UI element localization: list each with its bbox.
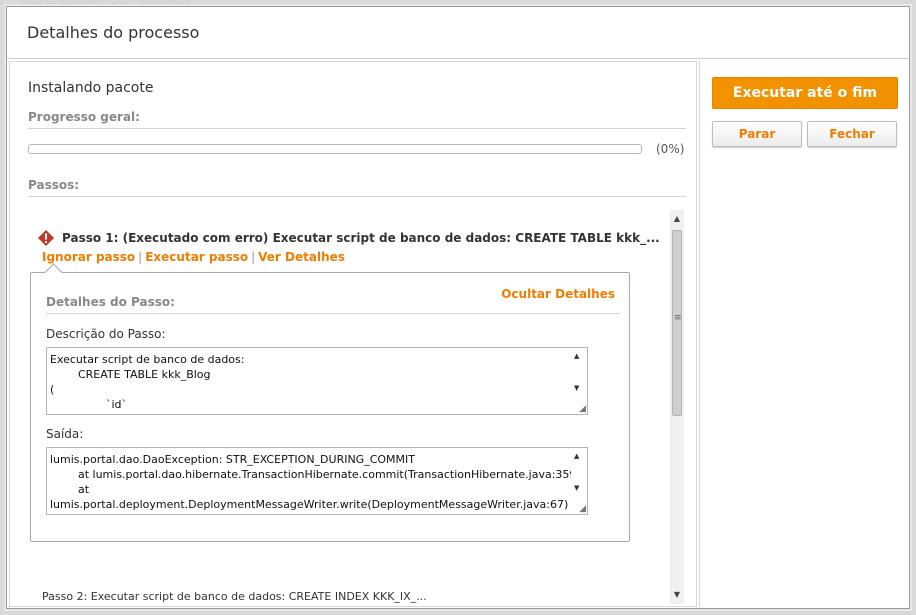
details-divider <box>46 313 620 314</box>
step-1-actions: Ignorar passo | Executar passo | Ver Detalhe… <box>42 250 345 264</box>
step-1-header: Passo 1: (Executado com erro) Executar s… <box>38 230 660 248</box>
process-pane: Instalando pacote Progresso geral: (0%) … <box>9 61 697 607</box>
grip-icon: ≡ <box>674 313 682 323</box>
steps-divider <box>28 196 686 197</box>
step-details-title: Detalhes do Passo: <box>46 295 175 309</box>
details-pointer <box>44 263 63 282</box>
progress-label: Progresso geral: <box>28 110 140 124</box>
steps-list[interactable]: Passo 1: (Executado com erro) Executar s… <box>28 210 688 604</box>
scroll-up-icon[interactable]: ▲ <box>574 352 579 360</box>
dialog-header: Detalhes do processo <box>7 7 909 59</box>
progress-divider <box>28 128 686 129</box>
overall-progress-bar <box>28 144 642 154</box>
view-details-link[interactable]: Ver Detalhes <box>258 250 345 264</box>
run-to-end-button[interactable]: Executar até o fim <box>712 77 898 109</box>
description-text: Executar script de banco de dados: CREAT… <box>50 353 245 411</box>
close-button[interactable]: Fechar <box>807 121 897 147</box>
error-icon <box>38 230 54 246</box>
description-label: Descrição do Passo: <box>46 327 166 341</box>
steps-label: Passos: <box>28 178 80 192</box>
scroll-up-icon[interactable]: ▲ <box>574 452 579 460</box>
step-details-panel: Detalhes do Passo: Ocultar Detalhes Desc… <box>30 263 630 542</box>
actions-pane: Executar até o fim Parar Fechar <box>699 61 909 607</box>
scroll-up-icon[interactable]: ▲ <box>670 212 684 226</box>
step-1-title: Passo 1: (Executado com erro) Executar s… <box>62 231 660 245</box>
ignore-step-link[interactable]: Ignorar passo <box>42 250 135 264</box>
description-textarea[interactable]: Executar script de banco de dados: CREAT… <box>46 347 588 415</box>
progress-percent-text: (0%) <box>656 142 685 156</box>
scroll-down-icon[interactable]: ▼ <box>670 588 684 602</box>
resize-grip-icon[interactable]: ◢ <box>579 404 586 414</box>
output-textarea[interactable]: lumis.portal.dao.DaoException: STR_EXCEP… <box>46 447 588 515</box>
hide-details-link[interactable]: Ocultar Detalhes <box>501 287 615 301</box>
execute-step-link[interactable]: Executar passo <box>145 250 248 264</box>
output-text: lumis.portal.dao.DaoException: STR_EXCEP… <box>50 453 581 511</box>
separator: | <box>251 250 256 264</box>
separator: | <box>138 250 143 264</box>
process-details-dialog: Detalhes do processo Instalando pacote P… <box>6 6 910 609</box>
dialog-title: Detalhes do processo <box>27 23 200 42</box>
scroll-down-icon[interactable]: ▼ <box>574 484 579 492</box>
steps-scrollbar[interactable]: ▲ ≡ ▼ <box>670 210 684 604</box>
step-2-title[interactable]: Passo 2: Executar script de banco de dad… <box>42 590 427 603</box>
section-title: Instalando pacote <box>28 80 154 96</box>
output-label: Saída: <box>46 427 84 441</box>
stop-button[interactable]: Parar <box>712 121 802 147</box>
scrollbar-thumb[interactable]: ≡ <box>672 230 682 416</box>
scroll-down-icon[interactable]: ▼ <box>574 384 579 392</box>
resize-grip-icon[interactable]: ◢ <box>579 504 586 514</box>
